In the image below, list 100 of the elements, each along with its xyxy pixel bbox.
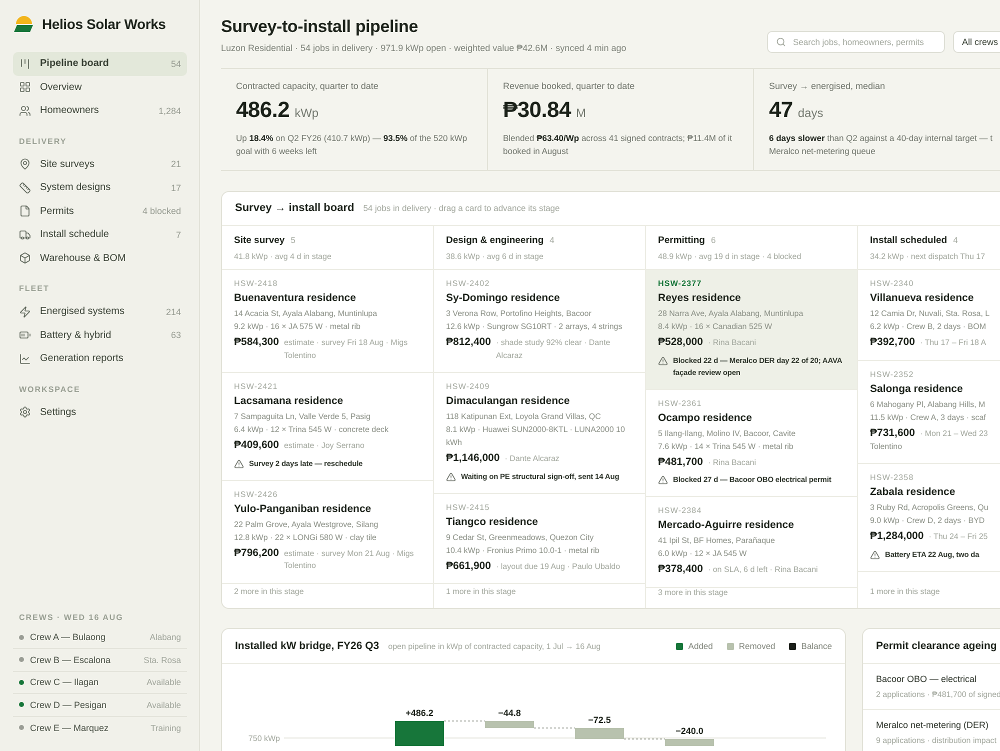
battery-icon [19,329,31,342]
job-meta: estimate · Joy Serrano [284,440,364,452]
grid-icon [19,81,31,94]
job-meta: · Dante Alcaraz [504,453,560,465]
ruler-icon [19,182,31,194]
job-id: HSW-2384 [658,506,703,515]
column-summary: 38.6 kWp · avg 6 d in stage [446,252,544,261]
job-name: Sy-Domingo residence [446,292,561,304]
column-count: 5 [290,235,296,245]
column-title: Site survey [234,235,285,246]
nav-item[interactable]: Generation reports [13,347,187,370]
bar-value-label: −240.0 [676,726,704,736]
job-spec: 9.0 kWp · Crew D, 2 days · BYD [870,515,986,527]
kpi-description: booked in August [503,144,570,157]
nav-count: 63 [170,330,181,340]
job-address: 6 Mahogany Pl, Alabang Hills, M [870,398,986,410]
job-meta: · Rina Bacani [708,337,756,349]
job-price: ₱409,600 [234,439,279,451]
section-heading: FLEET [19,284,50,293]
job-id: HSW-2418 [234,279,279,288]
nav-count: 54 [170,58,181,69]
job-price: ₱378,400 [658,563,703,575]
cube-icon [19,252,31,264]
nav-item[interactable]: Overview [13,76,187,99]
search-icon [776,37,786,47]
job-card[interactable]: HSW-2426 Yulo-Panganiban residence 22 Palm Grove, Ayala Westgrove, Silang 12.8 kWp · 22 × LONGi 580 W · clay tile ₱796,200 estimate · survey Mon 21 Aug · Migs Tolentino [222,480,433,584]
connector-line [624,738,666,740]
search-field[interactable]: Search jobs, homeowners, permits [767,31,945,53]
chart-title: Installed kW bridge, FY26 Q3 [235,640,380,652]
column-count: 4 [953,235,958,245]
warning-icon [870,550,880,560]
kpi-description: 6 days slower than Q2 against a 40-day internal target — t [769,132,994,144]
job-price: ₱661,900 [446,560,491,572]
column-summary: 34.2 kWp · next dispatch Thu 17 [870,252,986,261]
nav-item[interactable]: Battery & hybrid 63 [13,324,187,347]
job-spec: 10.4 kWp · Fronius Primo 10.0-1 · metal rib [446,544,600,556]
section-heading: DELIVERY [19,136,68,146]
job-spec: 12.6 kWp · Sungrow SG10RT · 2 arrays, 4 strings [446,321,624,333]
job-name: Dimaculangan residence [446,395,571,407]
line-chart-icon [19,352,31,365]
job-id: HSW-2340 [870,279,915,288]
nav-item[interactable]: Homeowners 1,284 [13,99,187,122]
logo-icon [14,15,34,33]
crew-name: Crew A — Bulaong [30,632,107,642]
nav-item[interactable]: Energised systems 214 [13,300,187,324]
job-name: Buenaventura residence [234,292,357,304]
nav-count: 214 [166,306,181,317]
job-address: 22 Palm Grove, Ayala Westgrove, Silang [234,518,380,530]
column-title: Design & engineering [446,235,544,246]
job-address: 7 Sampaguita Ln, Valle Verde 5, Pasig [234,411,372,423]
bar [665,739,714,746]
job-address: 9 Cedar St, Greenmeadows, Quezon City [446,532,595,544]
nav-item[interactable]: Site surveys 21 [13,152,187,176]
gridline-label: 750 kWp [248,734,280,743]
job-id: HSW-2426 [234,490,279,498]
job-card[interactable]: HSW-2415 Tiangco residence 9 Cedar St, Greenmeadows, Quezon City 10.4 kWp · Fronius Primo 10.0-1 · metal rib ₱661,900 · layout due 19 Aug · Paulo Ubaldo [434,494,645,584]
job-name: Mercado-Aguirre residence [658,519,795,531]
job-id: HSW-2415 [446,502,491,512]
kpi-unit: M [576,106,586,120]
job-name: Ocampo residence [658,412,753,424]
chart-subtitle: open pipeline in kWp of contracted capacity, 1 Jul → 16 Aug [388,642,601,650]
crew-dropdown[interactable]: All crews [953,31,1000,53]
nav-item[interactable]: Settings [13,400,187,424]
nav-count: 21 [170,159,181,170]
crew-status: Training [150,722,181,733]
column-summary: 41.8 kWp · avg 4 d in stage [234,252,332,261]
bar [395,721,444,746]
job-id: HSW-2409 [446,382,491,391]
crew-name: Crew C — Ilagan [30,677,100,688]
job-id: HSW-2352 [870,370,915,378]
nav-item[interactable]: Pipeline board 54 [13,52,187,76]
column-count: 4 [550,235,554,245]
legend-label: Balance [801,641,832,651]
kpi-description: goal with 6 weeks left [236,144,318,157]
nav-item[interactable]: System designs 17 [13,176,187,200]
column-summary: 48.9 kWp · avg 19 d in stage · 4 blocked [658,252,802,261]
job-address: 118 Katipunan Ext, Loyola Grand Villas, QC [446,411,602,423]
kpi-value: 486.2 [236,97,290,123]
bar-value-label: +486.2 [406,708,434,718]
kpi-label: Revenue booked, quarter to date [503,81,636,91]
job-address: 28 Narra Ave, Ayala Alabang, Muntinlupa [658,308,804,320]
job-spec: 11.5 kWp · Crew A, 3 days · scaf [870,412,987,424]
job-meta: · Thu 17 – Fri 18 A [920,337,986,349]
job-address: 14 Acacia St, Ayala Alabang, Muntinlupa [234,308,378,320]
permit-detail: 9 applications · distribution impact [876,736,998,745]
bar [575,728,624,739]
nav-item[interactable]: Install schedule 7 [13,223,187,246]
job-price: ₱481,700 [658,456,703,468]
nav-item[interactable]: Warehouse & BOM [13,246,187,270]
brand-name: Helios Solar Works [42,16,166,32]
panel-title: Permit clearance ageing [876,640,997,652]
column-count: 6 [710,235,716,245]
nav-item[interactable]: Permits 4 blocked [13,200,187,223]
job-address: 41 Ipil St, BF Homes, Parañaque [658,535,776,547]
job-card[interactable]: HSW-2352 Salonga residence 6 Mahogany Pl, Alabang Hills, M 11.5 kWp · Crew A, 3 days · scaf ₱731,600 · Mon 21 – Wed 23 Tolentino [858,360,1000,464]
job-address: 3 Verona Row, Portofino Heights, Bacoor [446,308,592,320]
document-icon [19,205,31,218]
job-meta: estimate · survey Mon 21 Aug · Migs Tolentino [284,548,415,572]
bar [485,721,534,728]
job-spec: 12.8 kWp · 22 × LONGi 580 W · clay tile [234,532,378,544]
